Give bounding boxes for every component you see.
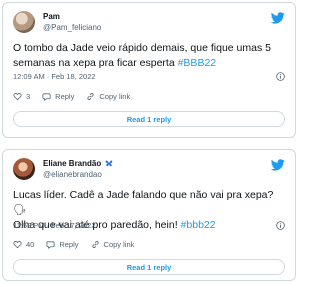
reply-button[interactable]: Reply	[42, 92, 74, 101]
author-handle[interactable]: @elianebrandao	[43, 170, 102, 179]
author-name[interactable]: Eliane Brandão	[43, 159, 113, 168]
reply-button[interactable]: Reply	[46, 240, 79, 249]
read-replies-button[interactable]: Read 1 reply	[13, 111, 285, 127]
tweet-text: O tombo da Jade veio rápido demais, que …	[13, 41, 285, 71]
info-icon[interactable]	[276, 72, 285, 81]
avatar[interactable]	[13, 158, 35, 180]
link-icon	[91, 241, 99, 248]
twitter-bird-icon[interactable]	[271, 12, 285, 24]
like-count: 3	[26, 92, 31, 101]
copy-link-button[interactable]: Copy link	[86, 92, 130, 101]
copy-link-label: Copy link	[99, 92, 131, 101]
action-bar: 40 Reply Copy link	[13, 240, 134, 249]
copy-link-button[interactable]: Copy link	[91, 240, 135, 249]
author-handle[interactable]: @Pam_feliciano	[43, 23, 101, 32]
like-button[interactable]: 3	[13, 92, 30, 101]
twitter-bird-icon[interactable]	[271, 159, 285, 171]
tweet-text-line: Lucas líder. Cadê a Jade falando que não…	[13, 189, 274, 216]
timestamp[interactable]: 12:09 AM · Feb 18, 2022	[13, 72, 96, 81]
like-count: 40	[26, 240, 35, 249]
reply-icon	[42, 93, 51, 101]
tweet-card: Eliane Brandão @elianebrandao Lucas líde…	[2, 149, 296, 281]
tweet-card: Pam @Pam_feliciano O tombo da Jade veio …	[2, 2, 296, 138]
author-name-text: Eliane Brandão	[43, 159, 102, 168]
action-bar: 3 Reply Copy link	[13, 92, 130, 101]
tweet-text-body: O tombo da Jade veio rápido demais, que …	[13, 42, 271, 69]
link-icon	[87, 93, 94, 100]
reply-label: Reply	[55, 92, 75, 101]
like-button[interactable]: 40	[13, 240, 34, 249]
butterfly-icon	[106, 160, 113, 167]
info-icon[interactable]	[276, 221, 285, 230]
reply-label: Reply	[59, 240, 79, 249]
avatar[interactable]	[13, 11, 35, 33]
copy-link-label: Copy link	[103, 240, 135, 249]
hashtag-link[interactable]: #bbb22	[181, 219, 216, 231]
author-name[interactable]: Pam	[43, 12, 60, 21]
read-replies-button[interactable]: Read 1 reply	[13, 259, 285, 275]
reply-icon	[46, 241, 55, 249]
timestamp[interactable]: 11:59 PM · Feb 17, 2022	[13, 221, 95, 230]
heart-icon	[13, 241, 22, 249]
heart-icon	[13, 93, 22, 101]
hashtag-link[interactable]: #BBB22	[178, 57, 217, 69]
